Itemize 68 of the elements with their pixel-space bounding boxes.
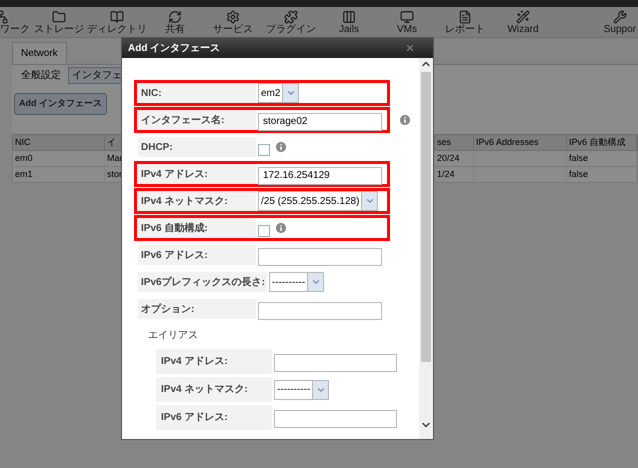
- info-icon[interactable]: [398, 113, 412, 127]
- arrows-icon[interactable]: [168, 10, 182, 24]
- toolbar-label[interactable]: サービス: [213, 24, 253, 36]
- report-icon[interactable]: [458, 10, 472, 24]
- select-field[interactable]: ----------: [268, 272, 324, 292]
- column-header: IPv6 Addresses: [474, 135, 567, 150]
- monitor-icon[interactable]: [400, 10, 414, 24]
- field-label: IPv4 アドレス:: [156, 349, 272, 374]
- field-label: IPv6 アドレス:: [156, 405, 272, 430]
- field-label: IPv4 ネットマスク:: [138, 191, 256, 211]
- field-label: IPv6 アドレス:: [138, 245, 256, 265]
- text-field[interactable]: storage02: [258, 112, 382, 130]
- bars-icon[interactable]: [342, 10, 356, 24]
- field-label: オプション:: [138, 299, 256, 319]
- close-icon[interactable]: [405, 43, 415, 53]
- table-cell: em1: [13, 167, 105, 182]
- text-field[interactable]: [258, 302, 382, 320]
- puzzle-icon[interactable]: [284, 10, 298, 24]
- sub-tab[interactable]: 全般設定: [18, 68, 64, 83]
- field-label: IPv6プレフィックスの長さ:: [138, 272, 267, 292]
- field-label: IPv4 ネットマスク:: [156, 377, 272, 402]
- select-field[interactable]: /25 (255.255.255.128): [258, 191, 378, 211]
- book-icon[interactable]: [110, 10, 124, 24]
- info-icon[interactable]: [274, 140, 288, 154]
- caret-icon: [286, 88, 296, 98]
- table-cell: false: [567, 151, 637, 166]
- select-field[interactable]: em2: [258, 83, 300, 103]
- wrench-icon[interactable]: [612, 10, 627, 24]
- toolbar-label[interactable]: レポート: [445, 24, 485, 36]
- field-label: DHCP:: [138, 137, 256, 157]
- caret-icon: [364, 196, 375, 206]
- checkbox[interactable]: [258, 225, 270, 237]
- toolbar-label[interactable]: Jails: [338, 24, 359, 36]
- gear-icon[interactable]: [226, 10, 240, 24]
- column-header: ses: [435, 135, 474, 150]
- field-label: NIC:: [138, 83, 256, 103]
- text-field[interactable]: [274, 354, 397, 372]
- section-heading: エイリアス: [147, 329, 199, 343]
- text-field[interactable]: 172.16.254129: [258, 166, 382, 184]
- tab[interactable]: Network: [12, 42, 67, 64]
- toolbar-label[interactable]: 共有: [165, 24, 185, 36]
- toolbar-label[interactable]: ワーク: [0, 24, 30, 36]
- text-field[interactable]: [274, 410, 397, 428]
- toolbar-label[interactable]: VMs: [397, 24, 417, 36]
- column-header: NIC: [13, 135, 105, 150]
- field-label: インタフェース名:: [138, 110, 256, 130]
- text-field[interactable]: [258, 248, 382, 266]
- wand-icon[interactable]: [516, 10, 530, 24]
- toolbar-label[interactable]: ディレクトリ: [87, 24, 147, 36]
- info-icon[interactable]: [274, 221, 288, 235]
- toolbar-label[interactable]: ストレージ: [34, 24, 84, 36]
- table-cell: 1/24: [435, 167, 474, 182]
- toolbar-label[interactable]: プラグイン: [266, 24, 316, 36]
- field-label: IPv6 自動構成:: [138, 218, 256, 238]
- scrollbar[interactable]: [419, 58, 433, 439]
- checkbox[interactable]: [258, 144, 270, 156]
- column-header: IPv6 自動構成: [567, 135, 637, 150]
- toolbar-label[interactable]: Suppor: [604, 24, 636, 36]
- table-cell: em0: [13, 151, 105, 166]
- folder-icon[interactable]: [52, 10, 66, 24]
- caret-icon: [310, 277, 321, 287]
- add-interface-button[interactable]: Add インタフェース: [14, 93, 107, 114]
- toolbar-label[interactable]: Wizard: [507, 24, 539, 36]
- table-cell: 20/24: [435, 151, 474, 166]
- table-cell: false: [567, 167, 637, 182]
- select-field[interactable]: ----------: [274, 380, 330, 400]
- dialog-title: Add インタフェース: [128, 42, 220, 56]
- field-label: IPv4 アドレス:: [138, 164, 256, 184]
